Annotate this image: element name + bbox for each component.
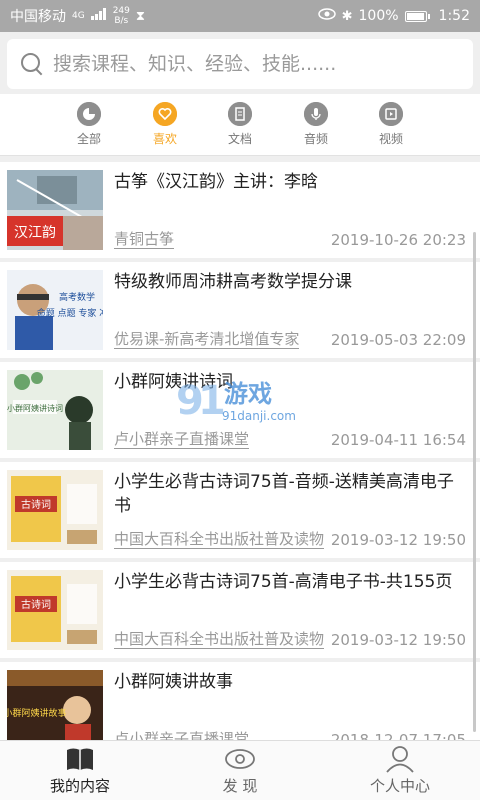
item-author[interactable]: 卢小群亲子直播课堂 <box>114 430 250 449</box>
tab-profile[interactable]: 个人中心 <box>340 745 460 796</box>
search-box[interactable] <box>7 39 473 89</box>
thumbnail: 小群阿姨讲故事 <box>7 670 103 740</box>
item-author[interactable]: 青铜古筝 <box>114 230 175 249</box>
hourglass-icon: ⧗ <box>135 8 146 24</box>
list-item[interactable]: 汉江韵 古筝《汉江韵》主讲：李晗 青铜古筝 2019-10-26 20:23 <box>0 162 480 258</box>
item-author[interactable]: 优易课-新高考清北增值专家 <box>114 330 300 349</box>
thumbnail: 古诗词 <box>7 570 103 650</box>
item-title: 古筝《汉江韵》主讲：李晗 <box>114 172 318 192</box>
category-label: 文档 <box>227 132 252 146</box>
item-date: 2019-03-12 19:50 <box>330 531 466 549</box>
tab-label: 个人中心 <box>369 777 430 795</box>
thumbnail: 汉江韵 <box>7 170 103 250</box>
item-title: 小群阿姨讲故事 <box>114 672 233 692</box>
battery-icon <box>404 10 430 22</box>
svg-text:高考数学: 高考数学 <box>59 291 95 303</box>
item-author[interactable]: 中国大百科全书出版社普及读物 <box>114 530 325 549</box>
scrollbar[interactable] <box>473 232 476 732</box>
thumbnail: 小群阿姨讲诗词 <box>7 370 103 450</box>
eye-icon <box>180 745 300 773</box>
thumb-text: 命题 点题 专家 冲刺 <box>37 307 103 319</box>
tab-label: 我的内容 <box>49 777 110 795</box>
heart-icon <box>153 102 177 126</box>
microphone-icon <box>304 102 328 126</box>
category-like[interactable]: 喜欢 <box>135 102 195 147</box>
document-icon <box>228 102 252 126</box>
watermark-brand: 游戏 <box>224 380 272 408</box>
battery-percent: 100% <box>358 8 399 24</box>
search-area <box>0 32 480 94</box>
item-date: 2019-10-26 20:23 <box>330 231 466 249</box>
item-date: 2019-05-03 22:09 <box>330 331 466 349</box>
content-list: 汉江韵 古筝《汉江韵》主讲：李晗 青铜古筝 2019-10-26 20:23 高… <box>0 162 480 740</box>
category-label: 全部 <box>76 132 101 146</box>
category-label: 喜欢 <box>152 132 177 146</box>
item-author[interactable]: 中国大百科全书出版社普及读物 <box>114 630 325 649</box>
tab-label: 发 现 <box>222 777 258 795</box>
thumbnail: 高考数学 命题 点题 专家 冲刺 <box>7 270 103 350</box>
item-title: 特级教师周沛耕高考数学提分课 <box>114 272 352 292</box>
thumb-text: 汉江韵 <box>14 225 56 241</box>
thumb-text: 古诗词 <box>21 598 51 611</box>
tab-my-content[interactable]: 我的内容 <box>20 745 140 796</box>
category-audio[interactable]: 音频 <box>286 102 346 147</box>
carrier-label: 中国移动 <box>10 9 66 25</box>
item-author[interactable]: 卢小群亲子直播课堂 <box>114 730 249 740</box>
thumb-text: 古诗词 <box>21 498 51 511</box>
item-title: 小学生必背古诗词75首-高清电子书-共155页 <box>114 572 453 592</box>
network-label: 4G <box>72 11 85 21</box>
category-document[interactable]: 文档 <box>210 102 270 147</box>
net-speed: 249 B/s <box>112 6 130 26</box>
item-date: 2018-12-07 17:05 <box>330 731 466 740</box>
status-bar: 中国移动 4G 249 B/s ⧗ ✱ 100% 1:52 <box>0 0 480 32</box>
thumbnail: 古诗词 <box>7 470 103 550</box>
list-item[interactable]: 小群阿姨讲故事 小群阿姨讲故事 卢小群亲子直播课堂 2018-12-07 17:… <box>0 662 480 740</box>
category-label: 视频 <box>378 132 403 146</box>
item-date: 2019-03-12 19:50 <box>330 631 466 649</box>
category-label: 音频 <box>303 132 328 146</box>
thumb-text: 小群阿姨讲诗词 <box>7 403 63 413</box>
category-all[interactable]: 全部 <box>59 102 119 147</box>
eye-icon <box>317 8 336 24</box>
list-item[interactable]: 高考数学 命题 点题 专家 冲刺 特级教师周沛耕高考数学提分课 优易课-新高考清… <box>0 262 480 358</box>
book-icon <box>20 745 140 773</box>
watermark: 9 1 游戏 91danji.com <box>172 370 312 430</box>
bluetooth-icon: ✱ <box>341 8 353 24</box>
list-item[interactable]: 古诗词 小学生必背古诗词75首-音频-送精美高清电子书 中国大百科全书出版社普及… <box>0 462 480 558</box>
category-filter: 全部 喜欢 文档 音频 视频 <box>0 94 480 156</box>
tab-discover[interactable]: 发 现 <box>180 745 300 796</box>
bottom-tab-bar: 我的内容 发 现 个人中心 <box>0 740 480 800</box>
signal-icon <box>90 8 107 24</box>
search-input[interactable] <box>53 53 433 75</box>
clock: 1:52 <box>438 8 470 24</box>
watermark-domain: 91danji.com <box>222 409 296 423</box>
list-item[interactable]: 古诗词 小学生必背古诗词75首-高清电子书-共155页 中国大百科全书出版社普及… <box>0 562 480 658</box>
thumb-text: 小群阿姨讲故事 <box>7 707 67 719</box>
video-icon <box>379 102 403 126</box>
item-date: 2019-04-11 16:54 <box>330 431 466 449</box>
search-icon[interactable] <box>21 53 43 75</box>
pie-icon <box>77 102 101 126</box>
category-video[interactable]: 视频 <box>361 102 421 147</box>
item-title: 小学生必背古诗词75首-音频-送精美高清电子书 <box>114 472 454 516</box>
user-icon <box>340 745 460 773</box>
